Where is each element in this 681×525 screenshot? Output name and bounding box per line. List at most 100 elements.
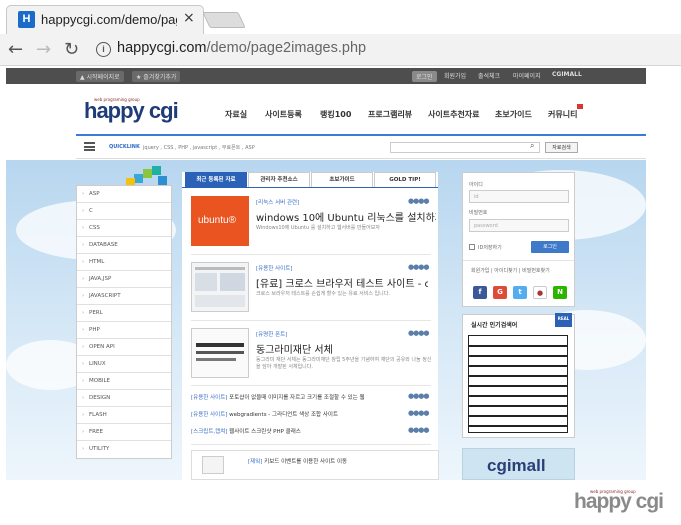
- featured-item[interactable]: [제잌] 키보드 이벤트를 이용한 사이트 이동: [191, 450, 439, 480]
- nav-item-javascript[interactable]: JAVASCRIPT: [77, 288, 171, 305]
- menu-site-register[interactable]: 사이트등록: [265, 109, 302, 120]
- center-content: 최근 등록된 자료 관리자 추천소스 초보가이드 GOLD TIP! ubunt…: [182, 172, 439, 480]
- article-category[interactable]: [유용한 사이트]: [256, 264, 292, 272]
- quicklink-label: QUICKLINK: [109, 144, 140, 150]
- password-input[interactable]: password: [469, 219, 569, 232]
- naver-icon[interactable]: N: [553, 286, 567, 299]
- nav-item-design[interactable]: DESIGN: [77, 390, 171, 407]
- left-category-nav: ASP C CSS DATABASE HTML JAVA,JSP JAVASCR…: [76, 185, 172, 459]
- new-tab-button[interactable]: [202, 12, 246, 28]
- tab-admin-pick[interactable]: 관리자 추천소스: [248, 172, 310, 187]
- article-thumbnail-ubuntu[interactable]: ubuntu®: [191, 196, 249, 246]
- google-icon[interactable]: G: [493, 286, 507, 299]
- list-item[interactable]: [스크립트,캡쳐] 웹사이트 스크린샷 PHP 클래스: [191, 427, 401, 435]
- kakao-icon[interactable]: ●: [533, 286, 547, 299]
- id-input[interactable]: id: [469, 190, 569, 203]
- article-title[interactable]: [유료] 크로스 브라우저 테스트 사이트 - cross: [256, 275, 428, 290]
- nav-item-c[interactable]: C: [77, 203, 171, 220]
- rating-icon: ●●●●: [408, 426, 429, 434]
- login-box: 아이디 id 비밀번호 password ID저장하기 로그인 회원가입 | 아…: [462, 172, 575, 307]
- decorative-cubes: [126, 166, 170, 187]
- save-id-checkbox[interactable]: [469, 244, 475, 250]
- realtime-title: 실시간 인기검색어: [471, 322, 518, 329]
- close-tab-icon[interactable]: ×: [183, 10, 195, 26]
- quicklink-items[interactable]: jquery , CSS , PHP , javascript , 무료폰트 ,…: [143, 144, 255, 151]
- tab-underline: [182, 187, 438, 188]
- menu-recommended[interactable]: 사이트추천자료: [428, 109, 480, 120]
- menu-community[interactable]: 커뮤니티: [548, 109, 577, 120]
- nav-item-html[interactable]: HTML: [77, 254, 171, 271]
- cgimall-banner[interactable]: cgimall: [462, 448, 575, 480]
- nav-item-open-api[interactable]: OPEN API: [77, 339, 171, 356]
- article-desc: Windows10에 Ubuntu 를 설치하고 웹서버를 만들어보자: [256, 225, 380, 231]
- facebook-icon[interactable]: f: [473, 286, 487, 299]
- article-thumbnail-font[interactable]: [191, 328, 249, 378]
- article-title[interactable]: windows 10에 Ubuntu 리눅스를 설치하자.: [256, 209, 436, 224]
- site-logo[interactable]: happy cgi: [84, 98, 179, 124]
- nav-item-perl[interactable]: PERL: [77, 305, 171, 322]
- nav-item-php[interactable]: PHP: [77, 322, 171, 339]
- forward-arrow-icon[interactable]: →: [36, 39, 51, 60]
- top-utility-bar: ▲ 시작페이지로 ★ 즐겨찾기추가 로그인 회원가입 출석체크 마이페이지 CG…: [6, 68, 646, 84]
- watermark-logo: happy cgi: [574, 490, 664, 513]
- nav-item-database[interactable]: DATABASE: [77, 237, 171, 254]
- url-path: /demo/page2images.php: [206, 40, 367, 56]
- article-category[interactable]: [리눅스 서버 관련]: [256, 198, 299, 206]
- tab-gold-tip[interactable]: GOLD TIP!: [374, 172, 436, 187]
- nav-item-asp[interactable]: ASP: [77, 186, 171, 203]
- realtime-search-box: 실시간 인기검색어 REAL: [462, 313, 575, 438]
- search-icon[interactable]: ⌕: [530, 141, 534, 151]
- nav-item-flash[interactable]: FLASH: [77, 407, 171, 424]
- rating-icon: ●●●●: [408, 409, 429, 417]
- rating-icon: ●●●●: [408, 263, 429, 271]
- article-title[interactable]: 동그라미재단 서체: [256, 341, 434, 356]
- bookmark-link[interactable]: ★ 즐겨찾기추가: [132, 71, 181, 82]
- list-item[interactable]: [유용한 사이트] webgradients - 그라디언트 색상 조합 사이트: [191, 410, 401, 418]
- keyboard-icon: [202, 456, 224, 474]
- article-desc: 크로스 브라우저 테스트를 손쉽게 할수 있는 유료 서비스 입니다.: [256, 291, 390, 297]
- web-page: ▲ 시작페이지로 ★ 즐겨찾기추가 로그인 회원가입 출석체크 마이페이지 CG…: [6, 68, 646, 480]
- address-bar-row: ← → ↻ i happycgi.com/demo/page2images.ph…: [0, 34, 681, 66]
- browser-tab[interactable]: H happycgi.com/demo/pag ×: [6, 5, 204, 34]
- signup-link[interactable]: 회원가입: [444, 71, 466, 80]
- tab-beginner[interactable]: 초보가이드: [311, 172, 373, 187]
- login-link[interactable]: 로그인: [412, 71, 437, 82]
- attendance-link[interactable]: 출석체크: [478, 71, 500, 80]
- save-id-label: ID저장하기: [478, 245, 502, 251]
- nav-item-free[interactable]: FREE: [77, 424, 171, 441]
- mypage-link[interactable]: 마이페이지: [513, 71, 541, 80]
- rating-icon: ●●●●: [408, 392, 429, 400]
- reload-icon[interactable]: ↻: [64, 39, 79, 60]
- nav-item-linux[interactable]: LINUX: [77, 356, 171, 373]
- url-field[interactable]: happycgi.com/demo/page2images.php: [117, 40, 366, 56]
- url-host: happycgi.com: [117, 40, 207, 56]
- list-item[interactable]: [유용한 사이트] 포토샵이 없을때 이미지를 자르고 크기를 조절할 수 있는…: [191, 393, 401, 401]
- nav-item-mobile[interactable]: MOBILE: [77, 373, 171, 390]
- tab-recent[interactable]: 최근 등록된 자료: [185, 172, 247, 187]
- article-category[interactable]: [유명한 폰트]: [256, 330, 287, 338]
- article-thumbnail-screenshot[interactable]: [191, 262, 249, 312]
- back-arrow-icon[interactable]: ←: [8, 39, 23, 60]
- start-page-link[interactable]: ▲ 시작페이지로: [76, 71, 124, 82]
- menu-divider: [76, 134, 646, 136]
- tab-title: happycgi.com/demo/pag: [41, 12, 177, 27]
- nav-item-utility[interactable]: UTILITY: [77, 441, 171, 458]
- nav-item-css[interactable]: CSS: [77, 220, 171, 237]
- menu-ranking[interactable]: 랭킹100: [320, 109, 351, 120]
- cgimall-link[interactable]: CGIMALL: [552, 71, 582, 78]
- realtime-list[interactable]: [468, 335, 568, 433]
- new-badge-icon: [577, 104, 583, 109]
- info-icon[interactable]: i: [96, 42, 111, 57]
- menu-archive[interactable]: 자료실: [225, 109, 247, 120]
- search-button[interactable]: 자료검색: [545, 142, 578, 153]
- account-links[interactable]: 회원가입 | 아이디찾기 | 비밀번호찾기: [471, 267, 550, 274]
- nav-item-java-jsp[interactable]: JAVA,JSP: [77, 271, 171, 288]
- menu-beginner-guide[interactable]: 초보가이드: [495, 109, 532, 120]
- search-input[interactable]: [390, 142, 540, 153]
- rating-icon: ●●●●: [408, 197, 429, 205]
- menu-program-review[interactable]: 프로그램리뷰: [368, 109, 412, 120]
- login-button[interactable]: 로그인: [531, 241, 569, 253]
- password-label: 비밀번호: [469, 210, 488, 216]
- hamburger-menu-icon[interactable]: [84, 142, 95, 151]
- twitter-icon[interactable]: t: [513, 286, 527, 299]
